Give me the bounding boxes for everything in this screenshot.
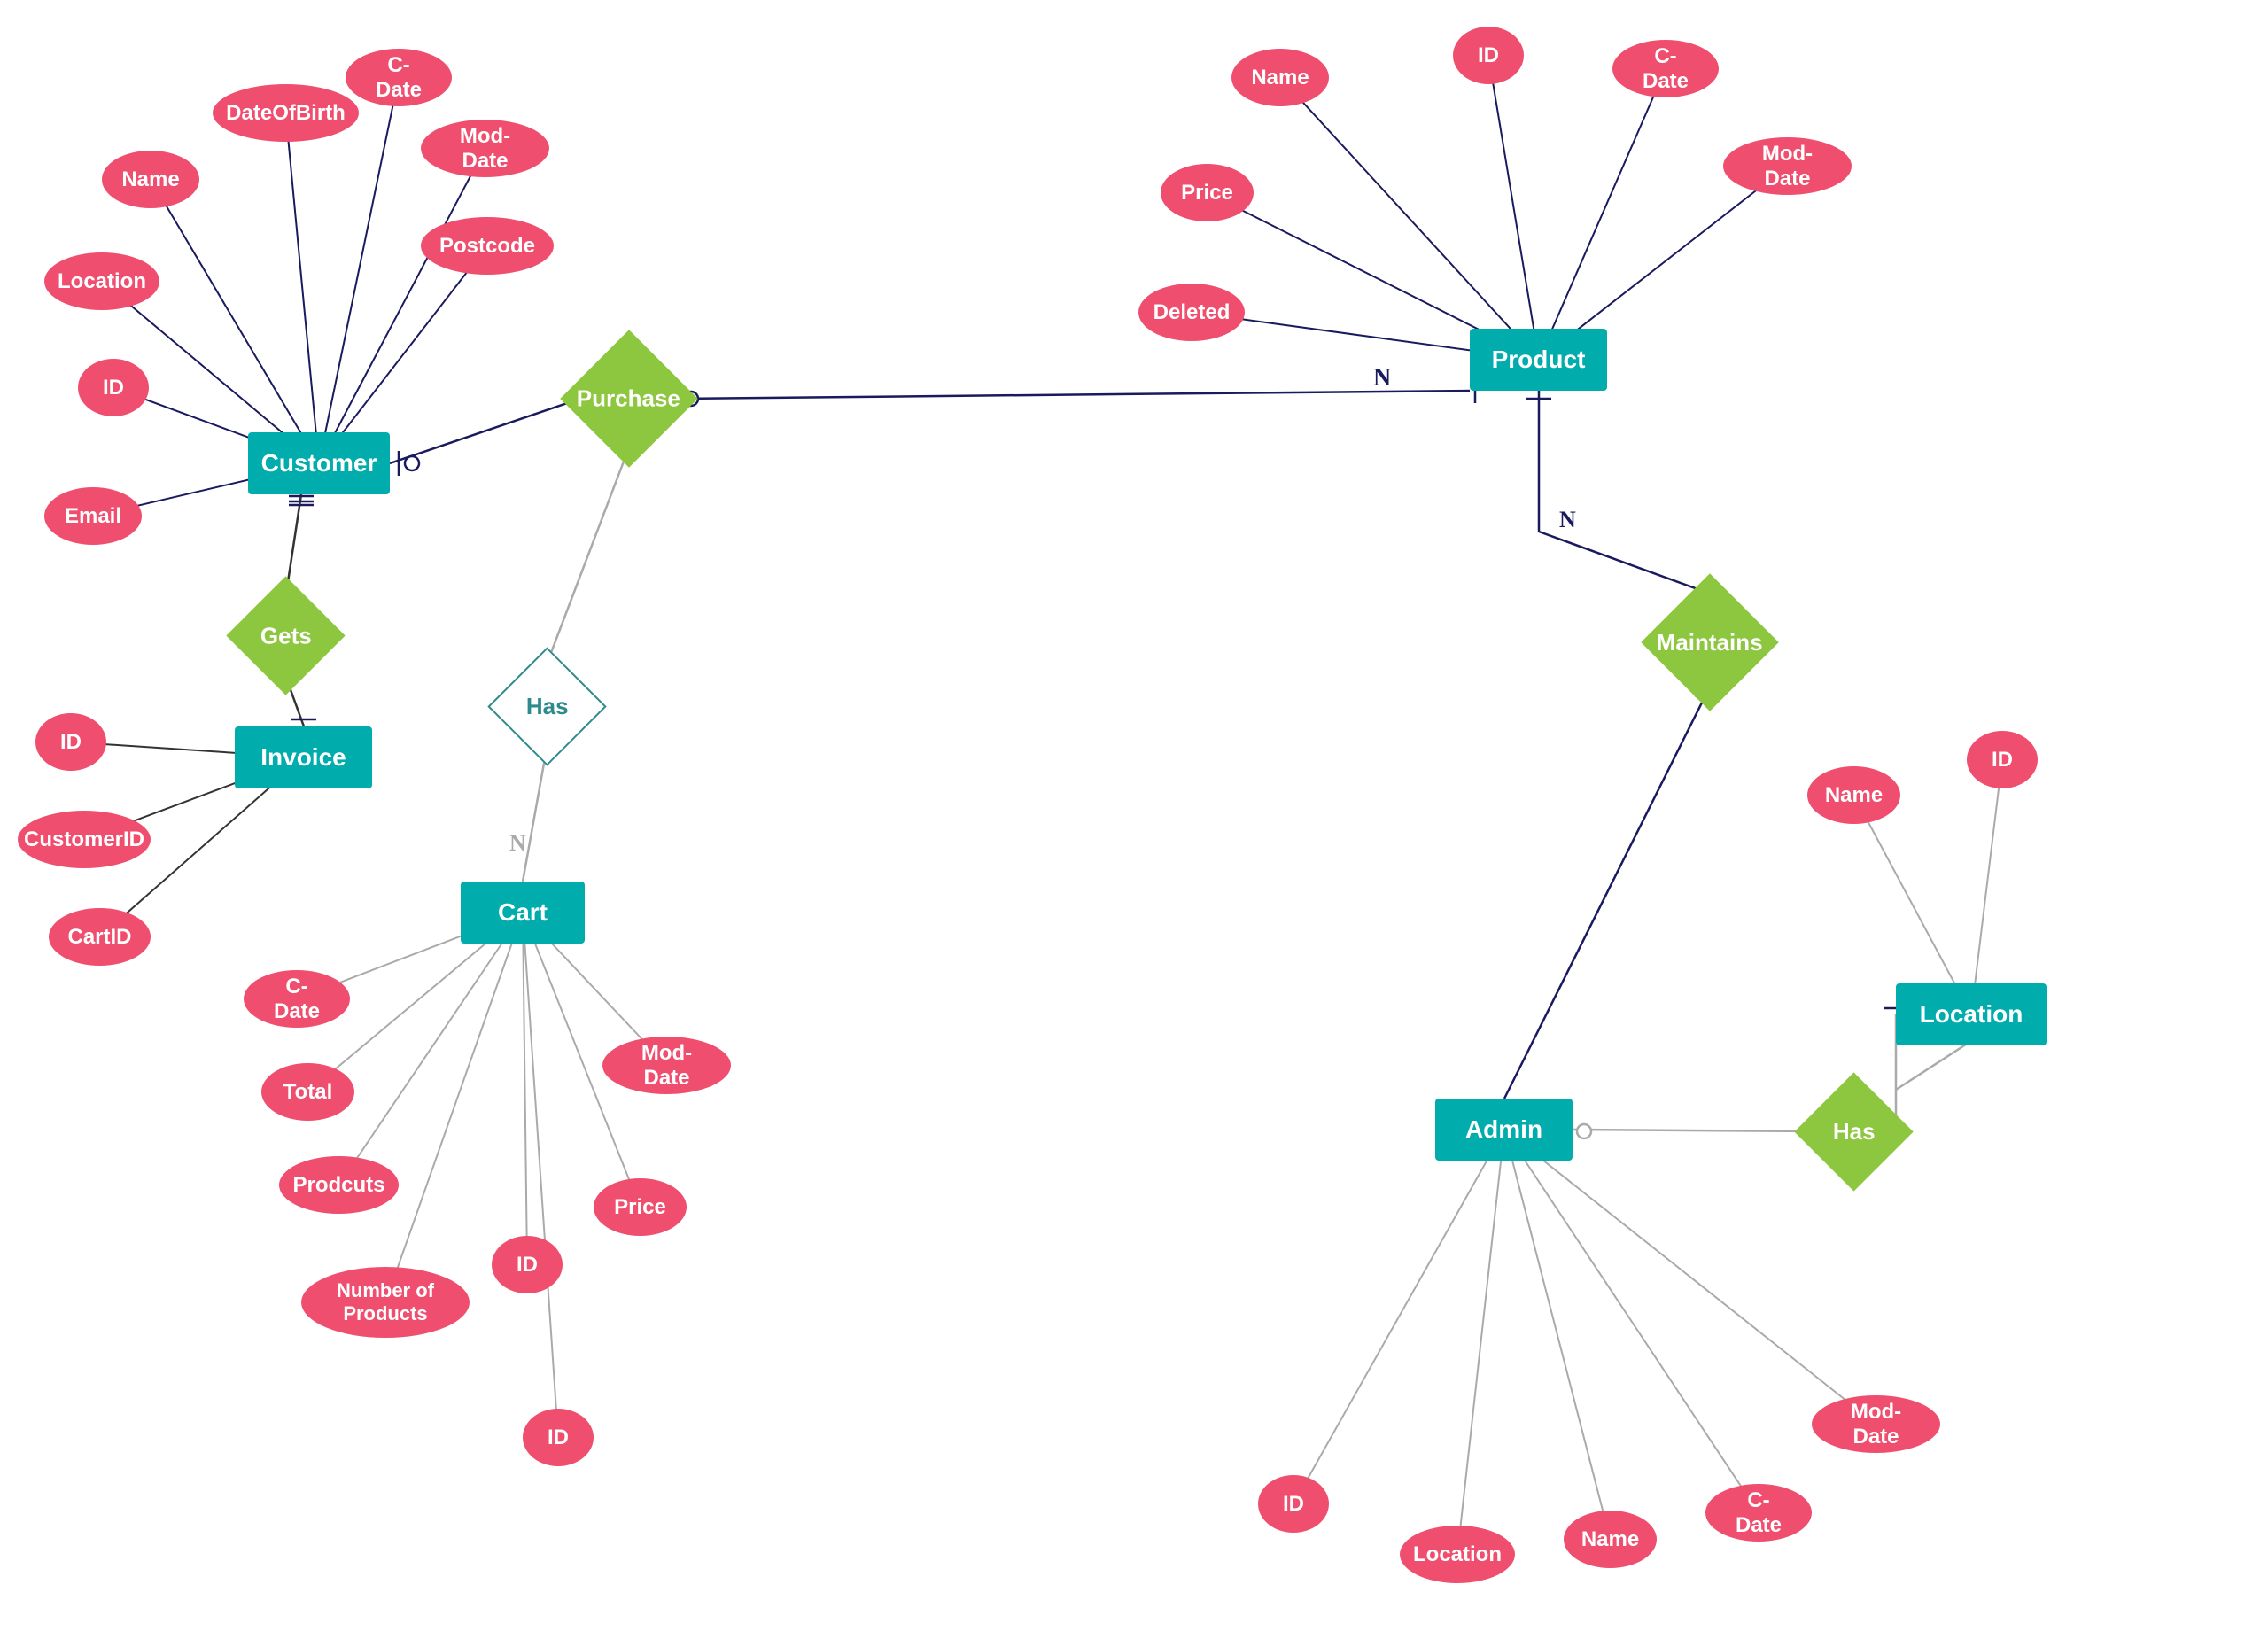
cart-id-attr: ID <box>492 1236 563 1293</box>
cart-price-attr: Price <box>594 1178 687 1236</box>
prod-name-attr: Name <box>1231 49 1329 106</box>
cust-dob-attr: DateOfBirth <box>213 84 359 142</box>
admin-moddate-attr: Mod-Date <box>1812 1395 1940 1453</box>
cart-total-attr: Total <box>261 1063 354 1121</box>
inv-id-attr: ID <box>35 713 106 771</box>
customer-entity: Customer <box>248 432 390 494</box>
admin-name-attr: Name <box>1564 1511 1657 1568</box>
cust-email-attr: Email <box>44 487 142 545</box>
cart-cdate-attr: C-Date <box>244 970 350 1028</box>
inv-cartid-attr: CartID <box>49 908 151 966</box>
cart-id2-attr: ID <box>523 1409 594 1466</box>
loc-id-attr: ID <box>1967 731 2038 788</box>
cart-numproducts-attr: Number of Products <box>301 1267 470 1338</box>
admin-location-attr: Location <box>1400 1526 1515 1583</box>
svg-text:N: N <box>1373 364 1391 392</box>
invoice-entity: Invoice <box>235 726 372 788</box>
prod-moddate-attr: Mod-Date <box>1723 137 1852 195</box>
cust-cdate-attr: C-Date <box>346 49 452 106</box>
prod-cdate-attr: C-Date <box>1612 40 1719 97</box>
cart-moddate-attr: Mod-Date <box>602 1037 731 1094</box>
prod-price-attr: Price <box>1161 164 1254 221</box>
admin-cdate-attr: C-Date <box>1705 1484 1812 1542</box>
svg-text:N: N <box>509 830 526 856</box>
inv-custid-attr: CustomerID <box>18 811 151 868</box>
product-entity: Product <box>1470 329 1607 391</box>
cart-entity: Cart <box>461 882 585 944</box>
cust-location-attr: Location <box>44 252 159 310</box>
prod-id-attr: ID <box>1453 27 1524 84</box>
cust-postcode-attr: Postcode <box>421 217 554 275</box>
admin-id-attr: ID <box>1258 1475 1329 1533</box>
cust-moddate-attr: Mod-Date <box>421 120 549 177</box>
cust-id-attr: ID <box>78 359 149 416</box>
svg-text:N: N <box>1559 507 1576 532</box>
prod-deleted-attr: Deleted <box>1138 284 1245 341</box>
location-entity: Location <box>1896 983 2047 1045</box>
cart-products-attr: Prodcuts <box>279 1156 399 1214</box>
admin-entity: Admin <box>1435 1099 1573 1161</box>
cust-name-attr: Name <box>102 151 199 208</box>
loc-name-attr: Name <box>1807 766 1900 824</box>
